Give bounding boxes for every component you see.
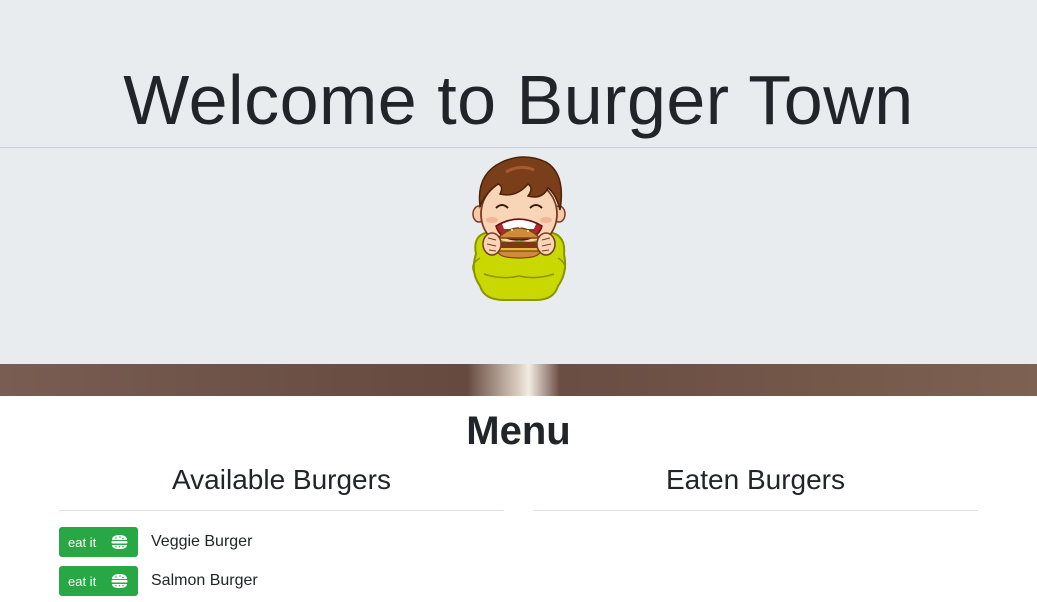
page-title: Welcome to Burger Town (123, 61, 914, 139)
title-divider (0, 147, 1037, 148)
burger-name: Salmon Burger (151, 572, 258, 589)
available-divider (59, 510, 504, 511)
eaten-divider (533, 510, 978, 511)
burger-name: Veggie Burger (151, 533, 253, 550)
list-item: eat it Salmon Burger (59, 566, 258, 596)
available-burgers-heading: Available Burgers (172, 464, 391, 495)
banner-image-strip (0, 364, 1037, 396)
eat-it-button[interactable]: eat it (59, 527, 138, 557)
menu-title: Menu (466, 409, 571, 453)
eat-it-label: eat it (68, 573, 97, 589)
jumbotron: Welcome to Burger Town (0, 0, 1037, 364)
eat-it-button[interactable]: eat it (59, 566, 138, 596)
kid-eating-burger-icon (472, 156, 567, 301)
hamburger-icon (111, 535, 128, 549)
eat-it-label: eat it (68, 534, 97, 550)
eaten-burgers-heading: Eaten Burgers (666, 464, 845, 495)
list-item: eat it Veggie Burger (59, 527, 252, 557)
hamburger-icon (111, 574, 128, 588)
